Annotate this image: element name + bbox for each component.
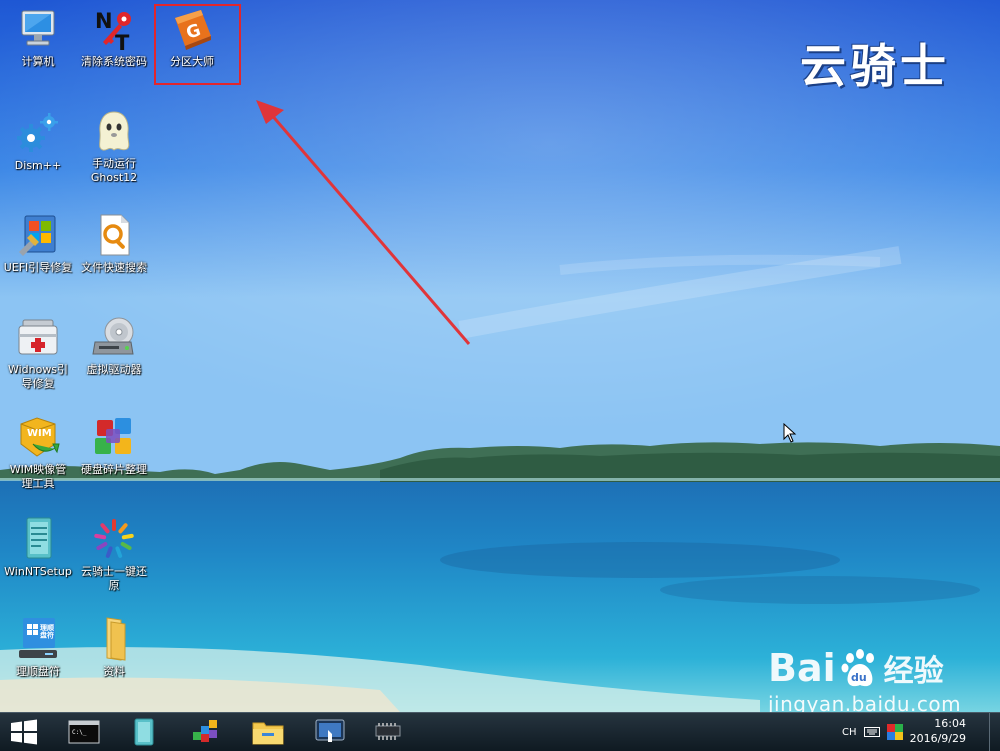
uefi-repair-icon [19, 215, 56, 256]
tray-clock[interactable]: 16:04 2016/9/29 [910, 716, 966, 746]
watermark-bai: Bai [768, 646, 836, 690]
desktop-icon-winntsetup[interactable]: WinNTSetup [0, 516, 76, 579]
icon-label: WinNTSetup [4, 565, 72, 578]
yunqishi-brand-logo: 云骑士 [800, 39, 950, 93]
icon-label: 清除系统密码 [81, 55, 147, 68]
toolbox-icon [18, 319, 58, 355]
taskbar-file-explorer[interactable] [248, 717, 288, 747]
folder-icon [106, 617, 126, 661]
desktop-icon-defrag[interactable]: 硬盘碎片整理 [76, 414, 152, 477]
taskbar: C:\_ CH 16:04 2016/9/29 [0, 712, 1000, 751]
icon-label: UEFI引导修复 [3, 261, 73, 274]
icon-label: 计算机 [21, 55, 55, 68]
clock-time: 16:04 [934, 717, 966, 730]
desktop-icon-wim-manager[interactable]: WIM WIM映像管 理工具 [0, 414, 76, 491]
icon-label: 文件快速搜索 [81, 261, 147, 274]
computer-icon [21, 10, 55, 46]
start-button[interactable] [4, 717, 44, 747]
annotation-highlight-box [154, 4, 241, 85]
mouse-cursor-icon [783, 423, 797, 443]
desktop-icon-data[interactable]: 资料 [76, 616, 152, 679]
desktop-icon-win-boot-repair[interactable]: Widnows引 导修复 [0, 314, 76, 391]
keyboard-icon[interactable] [863, 727, 880, 737]
system-tray: CH [842, 713, 903, 751]
svg-text:C:\_: C:\_ [72, 729, 87, 736]
winntsetup-icon [26, 517, 52, 559]
clock-date: 2016/9/29 [909, 732, 966, 745]
icon-label: WIM映像管 理工具 [9, 463, 67, 490]
baidu-jingyan-watermark: Bai du 经验 jingyan.baidu.com [768, 644, 978, 716]
svg-text:T: T [115, 31, 130, 52]
desktop-icon-dism[interactable]: Dism++ [0, 110, 76, 173]
taskbar-defrag[interactable] [186, 717, 226, 747]
taskbar-cmd[interactable]: C:\_ [64, 717, 104, 747]
desktop-icon-virtual-drive[interactable]: 虚拟驱动器 [76, 314, 152, 377]
baidu-paw-icon: du [841, 649, 874, 687]
drive-letter-icon: 理顺盘符 [19, 618, 57, 658]
cmd-icon: C:\_ [68, 720, 100, 744]
taskbar-chip[interactable] [368, 717, 408, 747]
icon-label: 理顺盘符 [16, 665, 60, 678]
ime-indicator[interactable]: CH [842, 727, 857, 738]
gears-icon [17, 113, 58, 152]
desktop-icon-drive-letter[interactable]: 理顺盘符 理顺盘符 [0, 616, 76, 679]
drive-letter-badge-text: 理顺盘符 [40, 623, 54, 640]
taskbar-winntsetup[interactable] [124, 717, 164, 747]
defrag-icon [193, 720, 217, 742]
show-desktop-button[interactable] [989, 713, 1000, 751]
file-search-icon [100, 214, 130, 256]
watermark-jingyan: 经验 [883, 654, 944, 689]
restore-icon [94, 519, 134, 558]
icon-label: 云骑士一键还 原 [81, 565, 147, 592]
icon-label: 手动运行 Ghost12 [90, 157, 138, 184]
winntsetup-icon [134, 718, 154, 746]
wim-icon: WIM [20, 417, 60, 457]
icon-label: 资料 [103, 665, 125, 678]
desktop-icon-uefi-repair[interactable]: UEFI引导修复 [0, 212, 76, 275]
svg-text:N: N [95, 9, 113, 33]
taskbar-touch-screen[interactable] [310, 717, 350, 747]
icon-label: Widnows引 导修复 [7, 363, 69, 390]
virtual-drive-icon [92, 317, 134, 355]
ntpwd-key-icon: N T [95, 9, 131, 52]
desktop-icon-ghost[interactable]: 手动运行 Ghost12 [76, 108, 152, 185]
desktop-icon-file-search[interactable]: 文件快速搜索 [76, 212, 152, 275]
desktop-icon-computer[interactable]: 计算机 [0, 6, 76, 69]
chip-icon [375, 723, 401, 740]
touch-screen-icon [315, 719, 345, 742]
icon-label: Dism++ [14, 159, 62, 172]
start-icon [11, 719, 37, 745]
wim-badge-text: WIM [27, 428, 52, 439]
defrag-icon [95, 418, 131, 454]
color-palette-icon[interactable] [886, 724, 903, 740]
watermark-du: du [851, 671, 867, 684]
ghost-icon [99, 111, 130, 151]
desktop-icon-clear-password[interactable]: N T 清除系统密码 [76, 6, 152, 69]
icon-label: 硬盘碎片整理 [81, 463, 147, 476]
icon-label: 虚拟驱动器 [86, 363, 142, 376]
desktop-icon-one-key-restore[interactable]: 云骑士一键还 原 [76, 516, 152, 593]
file-explorer-icon [252, 722, 284, 745]
